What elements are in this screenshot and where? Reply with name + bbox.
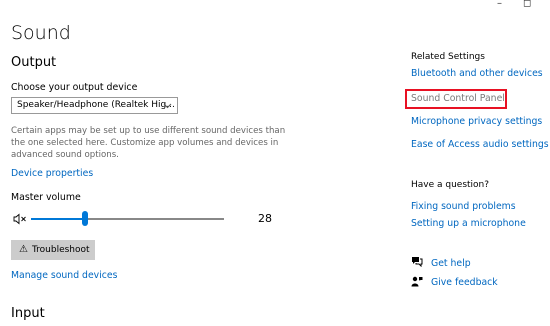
related-settings-heading: Related Settings	[411, 52, 485, 62]
page-title: Sound	[11, 22, 71, 44]
device-properties-link[interactable]: Device properties	[11, 168, 93, 179]
speaker-muted-icon[interactable]	[13, 213, 27, 228]
chat-help-icon	[411, 256, 423, 270]
person-feedback-icon	[411, 276, 423, 290]
warning-icon: ⚠	[19, 244, 28, 255]
troubleshoot-button[interactable]: ⚠ Troubleshoot	[11, 240, 95, 260]
volume-slider-thumb[interactable]	[82, 211, 89, 226]
volume-slider-fill	[31, 218, 86, 220]
get-help-link[interactable]: Get help	[431, 258, 471, 269]
troubleshoot-label: Troubleshoot	[31, 245, 90, 255]
master-volume-label: Master volume	[11, 192, 81, 203]
output-description: Certain apps may be set up to use differ…	[11, 126, 286, 160]
volume-value: 28	[258, 212, 272, 225]
chevron-down-icon	[163, 98, 172, 119]
maximize-button[interactable]: ◻	[523, 0, 531, 9]
minimize-button[interactable]: –	[497, 0, 502, 9]
output-heading: Output	[11, 55, 57, 70]
ease-of-access-audio-link[interactable]: Ease of Access audio settings	[411, 139, 549, 150]
input-heading: Input	[11, 306, 45, 321]
sound-control-panel-link[interactable]: Sound Control Panel	[411, 93, 505, 104]
microphone-privacy-link[interactable]: Microphone privacy settings	[411, 116, 542, 127]
output-device-label: Choose your output device	[11, 82, 138, 93]
output-device-value: Speaker/Headphone (Realtek Hig...	[17, 100, 175, 110]
give-feedback-link[interactable]: Give feedback	[431, 277, 498, 288]
bluetooth-devices-link[interactable]: Bluetooth and other devices	[411, 68, 543, 79]
output-device-dropdown[interactable]: Speaker/Headphone (Realtek Hig...	[11, 97, 178, 114]
question-heading: Have a question?	[411, 180, 490, 190]
fixing-sound-problems-link[interactable]: Fixing sound problems	[411, 201, 516, 212]
manage-sound-devices-link[interactable]: Manage sound devices	[11, 270, 117, 281]
setting-up-microphone-link[interactable]: Setting up a microphone	[411, 218, 526, 229]
